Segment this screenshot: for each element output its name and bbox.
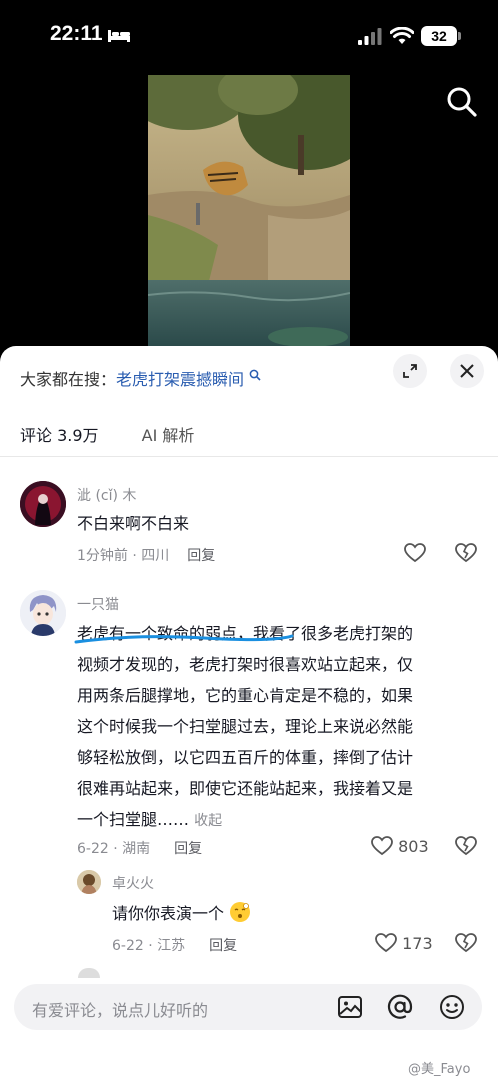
comment-line: 视频才发现的，老虎打架时很喜欢站立起来，仅: [77, 655, 414, 674]
avatar-image: [77, 870, 101, 894]
wifi-icon: [390, 27, 414, 44]
like-icon: [371, 836, 393, 856]
hot-search-prefix: 大家都在搜：: [20, 370, 117, 389]
hot-search-keyword[interactable]: 老虎打架震撼瞬间: [116, 370, 244, 389]
reply-text: 请你你表演一个: [112, 898, 251, 929]
like-count: 173: [402, 934, 433, 953]
reply-button[interactable]: 回复: [209, 938, 237, 954]
tab-ai-analysis[interactable]: AI 解析: [142, 422, 195, 446]
avatar-image: [20, 481, 66, 527]
expand-icon: [403, 364, 417, 378]
dislike-icon[interactable]: [455, 543, 477, 563]
like-icon[interactable]: [404, 543, 426, 563]
comment-meta: 1分钟前 · 四川 回复: [77, 545, 215, 565]
status-bar: 22:11 32: [0, 0, 498, 72]
comment-text: 老虎有一个致命的弱点，我看了很多老虎打架的 视频才发现的，老虎打架时很喜欢站立起…: [77, 618, 477, 837]
collapse-button[interactable]: 收起: [194, 813, 222, 829]
reply-button[interactable]: 回复: [187, 548, 215, 564]
comment-username[interactable]: 泚 (cǐ) 木: [77, 485, 136, 505]
comment-meta: 6-22 · 湖南 回复: [77, 838, 202, 858]
comment-line: 够轻松放倒，以它四五百斤的体重，摔倒了估计: [77, 748, 414, 767]
comment-line: 一个扫堂腿…… 收起: [77, 804, 477, 837]
sleep-mode-icon: [108, 30, 130, 42]
mention-icon[interactable]: [387, 994, 413, 1020]
close-icon: [460, 364, 474, 378]
comment-line: 用两条后腿撑地，它的重心肯定是不稳的，如果: [77, 686, 414, 705]
avatar-image: [20, 590, 66, 636]
handwritten-underline: [74, 634, 294, 644]
reply-username[interactable]: 卓火火: [112, 873, 154, 893]
reply-button[interactable]: 回复: [174, 841, 202, 857]
comment-tabs: 评论 3.9万 AI 解析: [20, 422, 232, 452]
emoji-icon[interactable]: [439, 994, 465, 1020]
video-frame-image: [148, 75, 350, 346]
comment-line: 这个时候我一个扫堂腿过去，理论上来说必然能: [77, 717, 414, 736]
status-time: 22:11: [50, 22, 103, 45]
tab-comments[interactable]: 评论 3.9万: [20, 422, 99, 446]
image-icon[interactable]: [337, 994, 363, 1020]
avatar[interactable]: [77, 870, 101, 894]
reply-meta: 6-22 · 江苏 回复: [112, 935, 237, 955]
small-search-icon: [249, 369, 261, 381]
like-icon: [375, 933, 397, 953]
search-icon[interactable]: [446, 86, 478, 118]
dislike-icon[interactable]: [455, 933, 477, 953]
comment-line: 很难再站起来，即使它还能站起来，我接着又是: [77, 779, 414, 798]
close-button[interactable]: [450, 354, 484, 388]
expand-button[interactable]: [393, 354, 427, 388]
battery-indicator: 32: [421, 26, 457, 46]
comment-username[interactable]: 一只猫: [77, 594, 119, 614]
next-comment-avatar-peek: [78, 968, 100, 978]
comment-time-location: 1分钟前 · 四川: [77, 548, 170, 564]
comment-text: 不白来啊不白来: [77, 514, 190, 533]
comment-sheet: 大家都在搜：老虎打架震撼瞬间 评论 3.9万 AI 解析 泚 (cǐ) 木 不白…: [0, 346, 498, 1080]
face-emoji-icon: [230, 902, 251, 922]
reply-text-content: 请你你表演一个: [112, 904, 225, 923]
comment-input-bar[interactable]: 有爱评论，说点儿好听的: [14, 984, 482, 1030]
comment-time-location: 6-22 · 湖南: [77, 841, 151, 857]
avatar[interactable]: [20, 590, 66, 636]
like-button[interactable]: 803: [371, 836, 429, 856]
like-button[interactable]: 173: [375, 933, 433, 953]
cellular-signal-icon: [358, 28, 382, 45]
comment-last-line: 一个扫堂腿……: [77, 810, 190, 829]
video-player[interactable]: [148, 75, 350, 346]
dislike-icon[interactable]: [455, 836, 477, 856]
battery-tip: [458, 32, 461, 40]
watermark: @美_Fayo: [408, 1062, 471, 1077]
comment-input-placeholder[interactable]: 有爱评论，说点儿好听的: [32, 997, 208, 1021]
reply-time-location: 6-22 · 江苏: [112, 938, 186, 954]
like-count: 803: [398, 837, 429, 856]
avatar[interactable]: [20, 481, 66, 527]
hot-search-bar[interactable]: 大家都在搜：老虎打架震撼瞬间: [20, 366, 261, 390]
tab-divider: [0, 456, 498, 457]
